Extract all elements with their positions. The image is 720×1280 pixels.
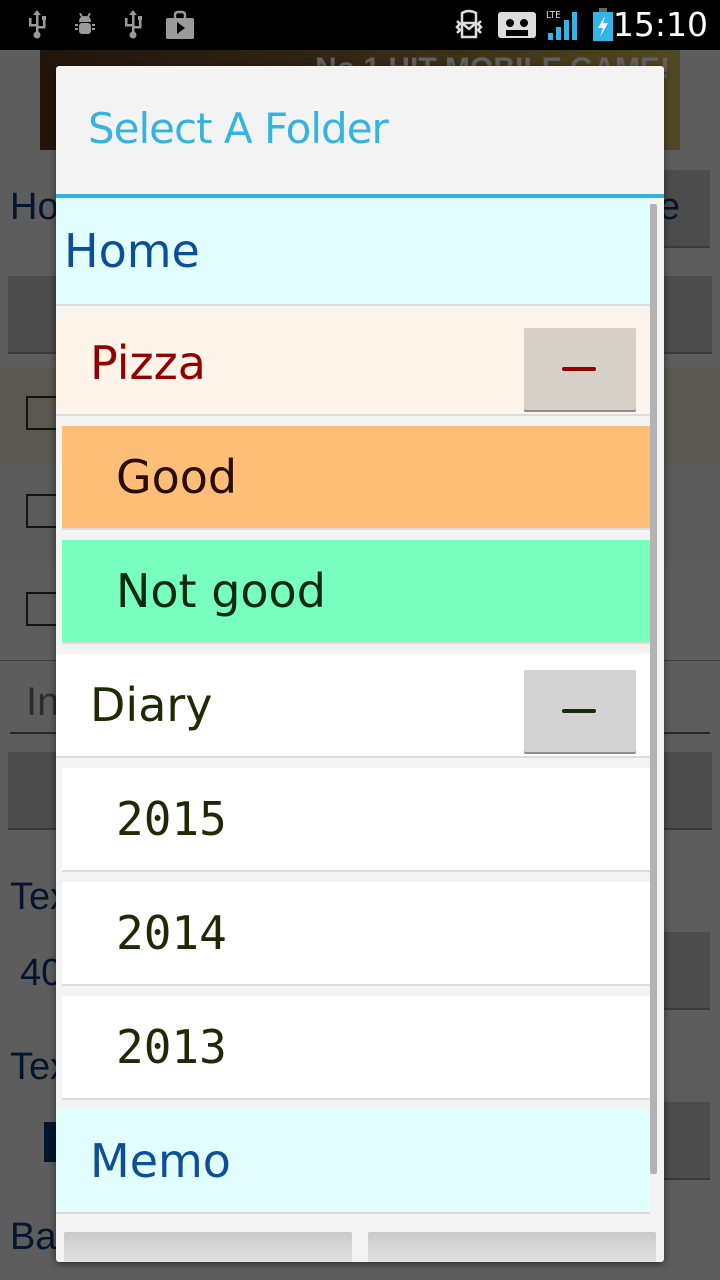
select-folder-dialog: Select A Folder Home Pizza Good Not good Dia… (56, 66, 664, 1262)
minus-icon (562, 367, 596, 371)
voicemail-icon (496, 9, 538, 41)
usb-icon (24, 9, 50, 41)
network-type-label: LTE (546, 10, 561, 21)
folder-item-pizza[interactable]: Pizza (56, 312, 650, 416)
collapse-button[interactable] (524, 328, 636, 410)
dialog-button-bar (56, 1224, 664, 1262)
folder-label: 2015 (116, 792, 227, 846)
folder-label: Diary (90, 678, 213, 732)
scrollbar[interactable] (650, 204, 657, 1174)
folder-label: Pizza (90, 336, 206, 390)
dialog-button-right[interactable] (368, 1232, 656, 1262)
folder-label: Memo (90, 1134, 231, 1188)
clock: 15:10 (612, 5, 708, 44)
dialog-title: Select A Folder (88, 104, 389, 153)
folder-item-2014[interactable]: 2014 (62, 882, 650, 986)
folder-label: 2014 (116, 906, 227, 960)
usb-icon (120, 9, 146, 41)
folder-item-good[interactable]: Good (62, 426, 650, 530)
play-store-icon (164, 9, 196, 41)
android-debug-icon (72, 9, 98, 41)
folder-list[interactable]: Home Pizza Good Not good Diary 2015 2014 2013 Me… (56, 198, 664, 1220)
folder-label: Home (64, 224, 200, 278)
folder-item-2013[interactable]: 2013 (62, 996, 650, 1100)
minus-icon (562, 709, 596, 713)
dialog-button-left[interactable] (64, 1232, 352, 1262)
folder-label: Good (116, 450, 238, 504)
folder-item-home[interactable]: Home (56, 198, 650, 306)
folder-label: 2013 (116, 1020, 227, 1074)
alarm-icon (452, 9, 486, 41)
folder-item-diary[interactable]: Diary (56, 654, 650, 758)
status-bar: LTE 15:10 (0, 0, 720, 50)
folder-label: Not good (116, 564, 326, 618)
lte-signal-icon: LTE (546, 9, 582, 41)
folder-item-memo[interactable]: Memo (56, 1110, 650, 1214)
folder-item-not-good[interactable]: Not good (62, 540, 650, 644)
collapse-button[interactable] (524, 670, 636, 752)
folder-item-2015[interactable]: 2015 (62, 768, 650, 872)
